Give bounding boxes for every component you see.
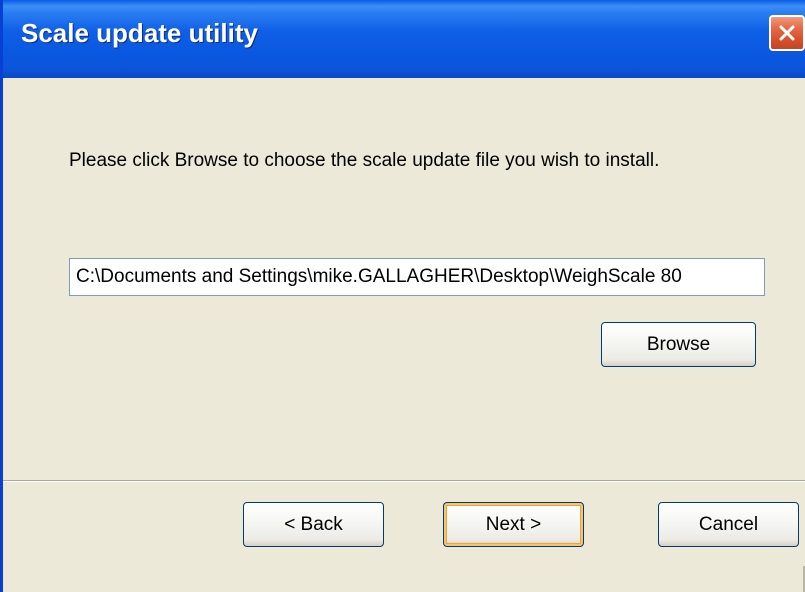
close-button[interactable] [769,15,805,51]
title-bar[interactable]: Scale update utility [3,0,805,78]
footer-separator [3,480,805,482]
browse-button[interactable]: Browse [601,322,756,367]
close-icon [776,22,798,44]
back-button[interactable]: < Back [243,502,384,547]
instruction-text: Please click Browse to choose the scale … [69,150,660,171]
dialog-body: Please click Browse to choose the scale … [3,78,805,592]
next-button[interactable]: Next > [443,502,584,547]
file-path-input[interactable] [69,258,765,296]
window-title: Scale update utility [21,18,258,48]
cancel-button[interactable]: Cancel [658,502,799,547]
dialog-window: Scale update utility Please click Browse… [0,0,805,592]
